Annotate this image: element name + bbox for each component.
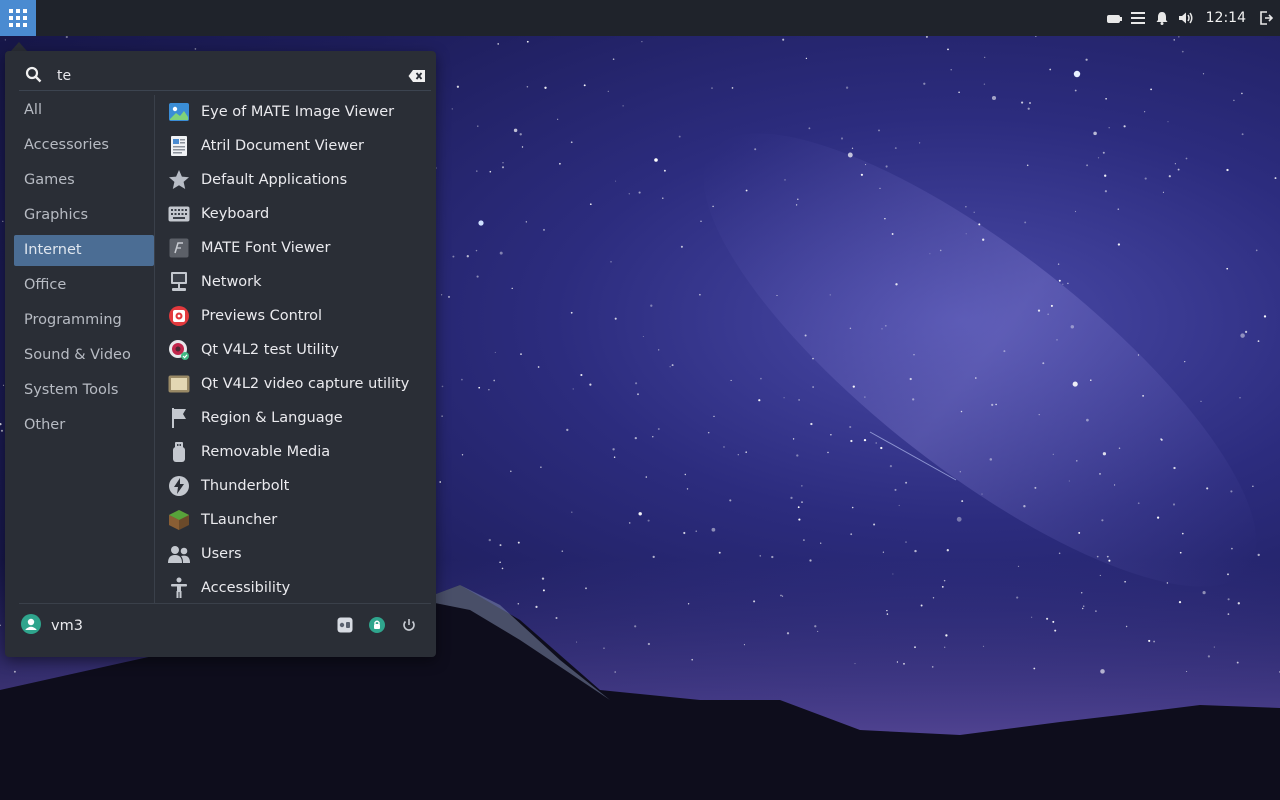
app-label: Default Applications	[201, 172, 348, 188]
app-list-item[interactable]: Network	[165, 265, 431, 299]
category-item[interactable]: Office	[14, 270, 154, 301]
star-icon	[167, 168, 191, 192]
app-label: Network	[201, 274, 262, 290]
webcam-test-icon	[167, 338, 191, 362]
app-list-item[interactable]: Atril Document Viewer	[165, 129, 431, 163]
thunderbolt-icon	[167, 474, 191, 498]
category-item[interactable]: Graphics	[14, 200, 154, 231]
keyboard-icon	[167, 202, 191, 226]
category-item[interactable]: Other	[14, 410, 154, 441]
app-list-item[interactable]: Region & Language	[165, 401, 431, 435]
app-list-item[interactable]: Default Applications	[165, 163, 431, 197]
category-item[interactable]: System Tools	[14, 375, 154, 406]
search-input[interactable]	[57, 64, 387, 88]
menu-pointer	[11, 42, 27, 51]
video-capture-icon	[167, 372, 191, 396]
application-menu: All Accessories Games Graphics Internet Offic…	[5, 51, 436, 657]
app-list-item[interactable]: Users	[165, 537, 431, 571]
app-label: Thunderbolt	[201, 478, 290, 494]
lock-screen-icon[interactable]	[367, 615, 387, 635]
app-grid-icon	[9, 9, 27, 27]
app-label: Users	[201, 546, 242, 562]
volume-icon[interactable]	[1178, 10, 1194, 26]
app-label: Eye of MATE Image Viewer	[201, 104, 395, 120]
flag-icon	[167, 406, 191, 430]
clock[interactable]: 12:14	[1202, 10, 1250, 26]
category-item[interactable]: Sound & Video	[14, 340, 154, 371]
bell-icon[interactable]	[1154, 10, 1170, 26]
user-avatar-icon	[21, 614, 41, 638]
app-list-item[interactable]: Accessibility	[165, 571, 431, 603]
accessibility-icon	[167, 576, 191, 600]
app-list-item[interactable]: Removable Media	[165, 435, 431, 469]
application-list: Eye of MATE Image Viewer Atril Document V…	[165, 95, 431, 603]
top-panel: 12:14	[0, 0, 1280, 36]
list-icon[interactable]	[1130, 10, 1146, 26]
font-viewer-icon	[167, 236, 191, 260]
app-label: Region & Language	[201, 410, 343, 426]
app-menu-button[interactable]	[0, 0, 36, 36]
tlauncher-icon	[167, 508, 191, 532]
app-list-item[interactable]: Thunderbolt	[165, 469, 431, 503]
app-list-item[interactable]: MATE Font Viewer	[165, 231, 431, 265]
backspace-clear-icon[interactable]	[408, 68, 426, 87]
network-icon	[167, 270, 191, 294]
app-list-item[interactable]: Keyboard	[165, 197, 431, 231]
app-label: Qt V4L2 test Utility	[201, 342, 339, 358]
app-label: Removable Media	[201, 444, 331, 460]
app-list-item[interactable]: Qt V4L2 test Utility	[165, 333, 431, 367]
app-label: Previews Control	[201, 308, 323, 324]
system-tray: 12:14	[1106, 0, 1280, 36]
app-list-item[interactable]: Qt V4L2 video capture utility	[165, 367, 431, 401]
app-label: Keyboard	[201, 206, 270, 222]
app-list-item[interactable]: Previews Control	[165, 299, 431, 333]
category-item[interactable]: Games	[14, 165, 154, 196]
category-divider	[154, 95, 155, 603]
user-name: vm3	[51, 618, 83, 634]
category-item[interactable]: Accessories	[14, 130, 154, 161]
search-icon	[25, 66, 43, 88]
app-label: TLauncher	[201, 512, 278, 528]
document-viewer-icon	[167, 134, 191, 158]
app-label: MATE Font Viewer	[201, 240, 331, 256]
category-item[interactable]: Programming	[14, 305, 154, 336]
battery-icon[interactable]	[1106, 10, 1122, 26]
footer-divider	[19, 603, 431, 604]
usb-drive-icon	[167, 440, 191, 464]
app-list-item[interactable]: TLauncher	[165, 503, 431, 537]
settings-panel-icon[interactable]	[335, 615, 355, 635]
image-viewer-icon	[167, 100, 191, 124]
app-list-item[interactable]: Eye of MATE Image Viewer	[165, 95, 431, 129]
app-label: Qt V4L2 video capture utility	[201, 376, 410, 392]
app-label: Accessibility	[201, 580, 291, 596]
category-list: All Accessories Games Graphics Internet Offic…	[14, 95, 154, 445]
users-icon	[167, 542, 191, 566]
previews-control-icon	[167, 304, 191, 328]
search-bar	[19, 63, 431, 91]
power-icon[interactable]	[399, 615, 419, 635]
category-item[interactable]: Internet	[14, 235, 154, 266]
logout-icon[interactable]	[1258, 10, 1274, 26]
user-account[interactable]: vm3	[21, 614, 83, 638]
app-label: Atril Document Viewer	[201, 138, 364, 154]
session-actions	[335, 615, 419, 635]
category-item[interactable]: All	[14, 95, 154, 126]
